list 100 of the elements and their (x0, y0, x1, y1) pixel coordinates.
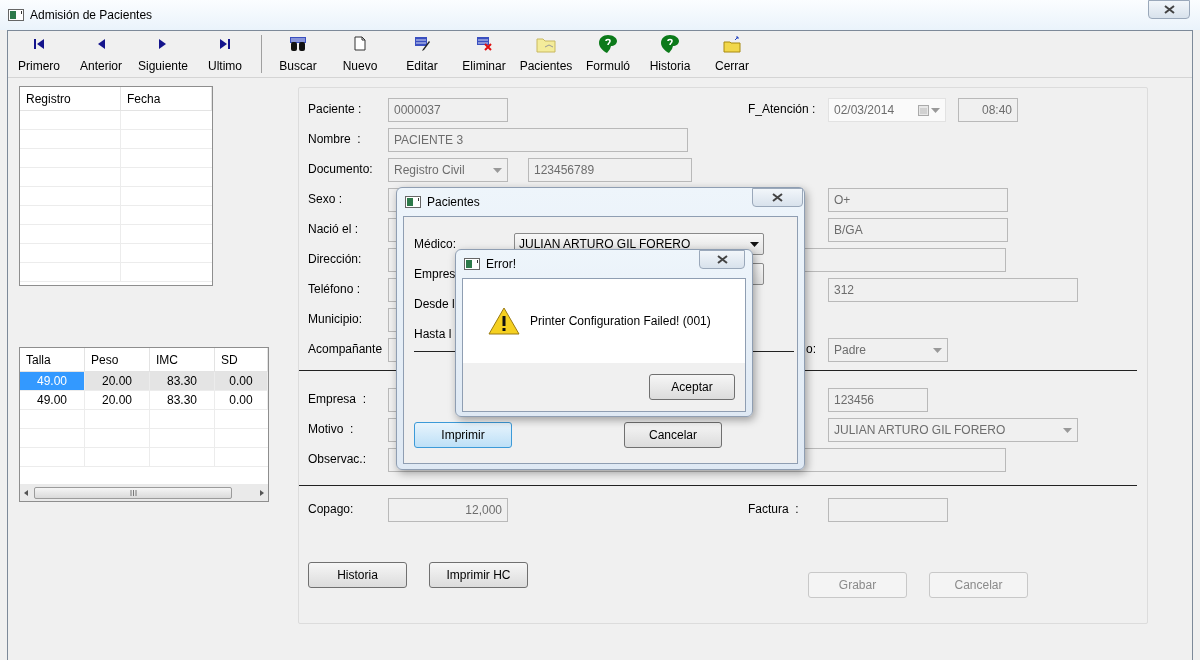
column-header[interactable]: SD (215, 348, 268, 371)
dialog-button[interactable]: Imprimir (414, 422, 512, 448)
text-field[interactable]: 0000037 (388, 98, 508, 122)
scrollbar-thumb[interactable] (34, 486, 232, 499)
warning-icon (488, 307, 520, 335)
toolbar-button[interactable]: Cerrar (701, 32, 763, 76)
table-cell: 49.00 (20, 391, 85, 409)
dropdown[interactable]: Registro Civil (388, 158, 508, 182)
field-label: Motivo : (308, 421, 355, 438)
toolbar-button[interactable]: Editar (391, 32, 453, 76)
dropdown[interactable]: Padre (828, 338, 948, 362)
date-picker[interactable]: 02/03/2014 (828, 98, 946, 122)
field-label: Nació el : (308, 221, 360, 238)
binoculars-icon (289, 35, 307, 52)
text-field[interactable]: B/GA (828, 218, 1008, 242)
field-label: Nombre : (308, 131, 362, 148)
field-label: Teléfono : (308, 281, 362, 298)
text-field[interactable] (828, 498, 948, 522)
text-field[interactable]: 12,000 (388, 498, 508, 522)
field-label: Acompañante (308, 341, 384, 358)
column-header[interactable]: Registro (20, 87, 121, 110)
field-label: F_Atención : (748, 101, 816, 118)
toolbar-button[interactable]: Buscar (267, 32, 329, 76)
dialog-button[interactable]: Cancelar (624, 422, 722, 448)
table-cell: 0.00 (215, 391, 268, 409)
field-label: Copago: (308, 501, 355, 518)
dialog-title: Pacientes (427, 194, 480, 211)
document-icon (354, 36, 366, 51)
toolbar-button[interactable]: Nuevo (329, 32, 391, 76)
horizontal-scrollbar[interactable] (20, 484, 268, 501)
field-label: Paciente : (308, 101, 363, 118)
text-field[interactable]: PACIENTE 3 (388, 128, 688, 152)
close-icon (1163, 5, 1175, 14)
form-button[interactable]: Historia (308, 562, 407, 588)
text-field[interactable]: O+ (828, 188, 1008, 212)
column-header[interactable]: IMC (150, 348, 215, 371)
dropdown-arrow-icon (931, 107, 940, 113)
table-cell: 83.30 (150, 372, 215, 390)
toolbar-button[interactable]: Historia (639, 32, 701, 76)
grip-icon (129, 489, 137, 496)
error-message: Printer Configuration Failed! (001) (530, 313, 711, 330)
toolbar-button[interactable]: Eliminar (453, 32, 515, 76)
skip-back-icon (33, 37, 45, 50)
toolbar-button[interactable]: Pacientes (515, 32, 577, 76)
form-button[interactable]: Imprimir HC (429, 562, 528, 588)
question-mark-icon (660, 33, 680, 54)
calendar-icon (918, 104, 929, 116)
field-label: Observac.: (308, 451, 368, 468)
skip-forward-icon (219, 37, 231, 50)
toolbar-button[interactable]: Formuló (577, 32, 639, 76)
time-field[interactable]: 08:40 (958, 98, 1018, 122)
field-label: Municipio: (308, 311, 364, 328)
close-button[interactable] (1148, 0, 1190, 19)
field-label: Desde l (414, 296, 456, 313)
question-mark-icon (598, 33, 618, 54)
toolbar-button[interactable]: Primero (8, 32, 70, 76)
edit-icon (413, 36, 431, 51)
text-field[interactable]: 123456 (828, 388, 928, 412)
close-icon (772, 193, 783, 202)
dropdown-arrow-icon (750, 241, 759, 247)
text-field[interactable]: 123456789 (528, 158, 692, 182)
field-label: Factura : (748, 501, 800, 518)
column-header[interactable]: Fecha (121, 87, 212, 110)
close-button[interactable] (699, 250, 745, 269)
toolbar-button[interactable]: Anterior (70, 32, 132, 76)
column-header[interactable]: Peso (85, 348, 150, 371)
toolbar-button[interactable]: Siguiente (132, 32, 194, 76)
window-icon (8, 9, 24, 21)
field-label: Médico: (414, 236, 458, 253)
close-button[interactable] (752, 188, 803, 207)
field-label: Dirección: (308, 251, 363, 268)
table-cell: 20.00 (85, 391, 150, 409)
dropdown-arrow-icon (1063, 427, 1072, 433)
field-label: Sexo : (308, 191, 344, 208)
dropdown[interactable]: JULIAN ARTURO GIL FORERO (828, 418, 1078, 442)
toolbar-button[interactable]: Ultimo (194, 32, 256, 76)
window-icon (405, 196, 421, 208)
window-title: Admisión de Pacientes (30, 7, 153, 24)
table-row[interactable]: 49.00 20.00 83.30 0.00 (20, 372, 268, 391)
dropdown-arrow-icon (493, 167, 502, 173)
table-cell: 20.00 (85, 372, 150, 390)
scroll-right-icon (260, 489, 264, 496)
field-label: o: (806, 341, 816, 358)
dialog-button[interactable]: Aceptar (649, 374, 735, 400)
field-label: Empres (414, 266, 457, 283)
delete-icon (475, 36, 493, 51)
dropdown-arrow-icon (933, 347, 942, 353)
triangle-right-icon (159, 37, 167, 50)
column-header[interactable]: Talla (20, 348, 85, 371)
text-field[interactable]: 312 (828, 278, 1078, 302)
scroll-left-icon (24, 489, 28, 496)
close-icon (716, 255, 728, 264)
window-icon (464, 258, 480, 270)
field-label: Hasta l (414, 326, 453, 343)
table-row[interactable]: 49.00 20.00 83.30 0.00 (20, 391, 268, 410)
table-cell: 0.00 (215, 372, 268, 390)
field-label: Empresa : (308, 391, 368, 408)
triangle-left-icon (97, 37, 105, 50)
folder-icon (723, 34, 741, 53)
table-cell: 49.00 (20, 372, 85, 390)
